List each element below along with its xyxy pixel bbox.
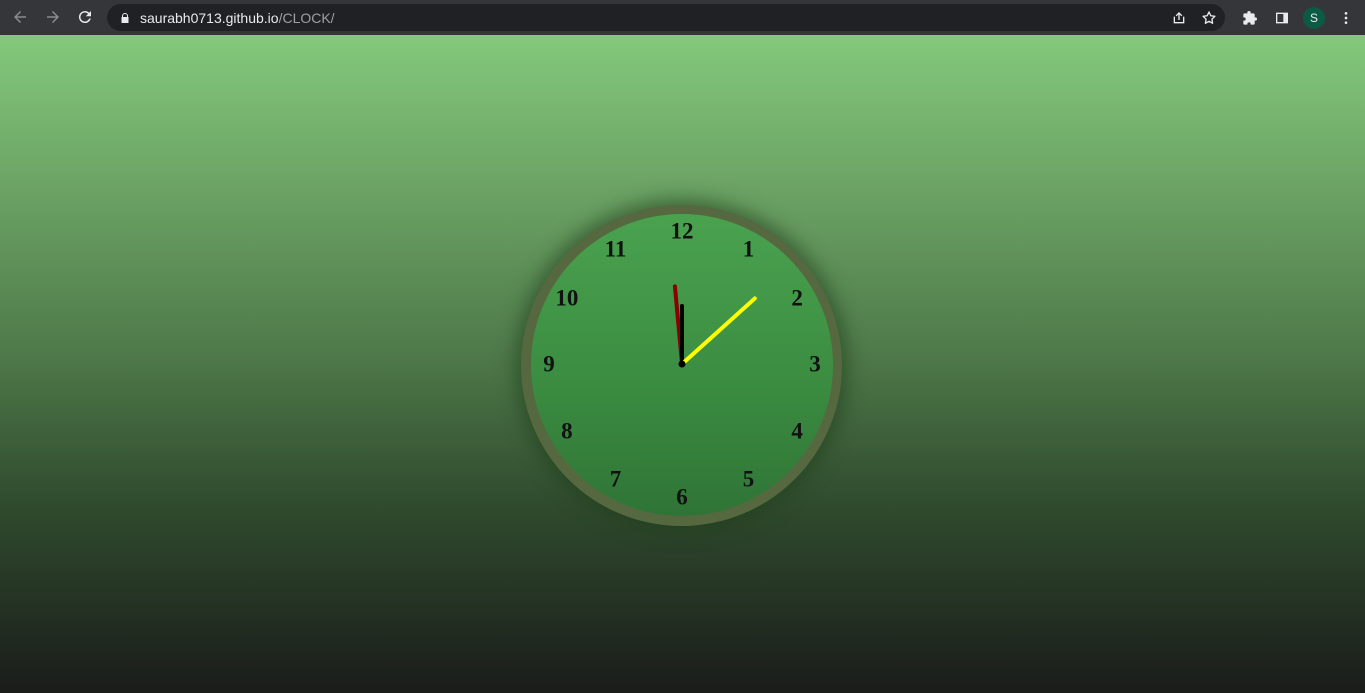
extensions-button[interactable] xyxy=(1234,2,1266,34)
forward-button[interactable] xyxy=(37,1,69,33)
avatar: S xyxy=(1303,6,1325,29)
side-panel-button[interactable] xyxy=(1266,2,1298,34)
reload-icon xyxy=(78,11,91,24)
lock-icon xyxy=(121,12,129,23)
side-panel-icon xyxy=(1276,12,1288,23)
back-arrow-icon xyxy=(14,11,26,23)
forward-arrow-icon xyxy=(47,11,59,23)
url-host: saurabh0713.github.io xyxy=(140,9,279,26)
extensions-puzzle-icon xyxy=(1243,10,1257,25)
page-background: 12 1 2 3 4 5 6 7 8 9 10 11 xyxy=(0,35,1365,693)
back-button[interactable] xyxy=(4,1,36,33)
url-path: /CLOCK/ xyxy=(278,9,335,26)
kebab-menu-icon xyxy=(1344,11,1348,24)
clock-hands xyxy=(672,284,757,368)
share-icon[interactable] xyxy=(1171,10,1187,26)
browser-toolbar: saurabh0713.github.io/CLOCK/ S xyxy=(0,0,1365,35)
center-pin xyxy=(678,360,686,368)
clock: 12 1 2 3 4 5 6 7 8 9 10 11 xyxy=(521,205,842,526)
menu-button[interactable] xyxy=(1330,2,1362,34)
bookmark-star-icon[interactable] xyxy=(1201,10,1217,26)
reload-button[interactable] xyxy=(69,1,101,33)
profile-button[interactable]: S xyxy=(1298,2,1330,34)
second-hand xyxy=(680,296,757,366)
address-bar[interactable]: saurabh0713.github.io/CLOCK/ xyxy=(107,4,1225,31)
